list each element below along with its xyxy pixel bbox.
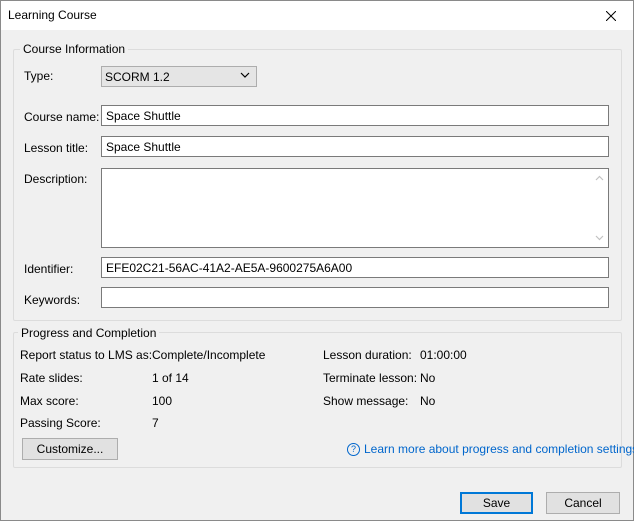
lesson-duration-value: 01:00:00 bbox=[420, 348, 467, 362]
scroll-down-icon[interactable] bbox=[595, 233, 604, 242]
terminate-lesson-label: Terminate lesson: bbox=[323, 371, 418, 385]
learn-more-link[interactable]: ? Learn more about progress and completi… bbox=[347, 442, 634, 456]
type-select[interactable]: SCORM 1.2 bbox=[101, 66, 257, 87]
close-button[interactable] bbox=[589, 1, 633, 30]
keywords-label: Keywords: bbox=[24, 293, 81, 307]
passing-score-value: 7 bbox=[152, 416, 159, 430]
save-button[interactable]: Save bbox=[460, 492, 533, 514]
learning-course-dialog: Learning Course Course Information Type:… bbox=[0, 0, 634, 521]
close-icon bbox=[606, 10, 616, 21]
report-status-value: Complete/Incomplete bbox=[152, 348, 266, 362]
help-icon: ? bbox=[347, 442, 360, 456]
cancel-button[interactable]: Cancel bbox=[546, 492, 620, 514]
max-score-value: 100 bbox=[152, 394, 173, 408]
course-name-label: Course name: bbox=[24, 110, 100, 124]
description-field[interactable] bbox=[101, 168, 609, 248]
type-select-value: SCORM 1.2 bbox=[105, 70, 170, 84]
lesson-title-value: Space Shuttle bbox=[106, 140, 181, 154]
rate-slides-label: Rate slides: bbox=[20, 371, 83, 385]
max-score-label: Max score: bbox=[20, 394, 79, 408]
identifier-label: Identifier: bbox=[24, 262, 74, 276]
keywords-field[interactable] bbox=[101, 287, 609, 308]
terminate-lesson-value: No bbox=[420, 371, 436, 385]
lesson-duration-label: Lesson duration: bbox=[323, 348, 412, 362]
type-label: Type: bbox=[24, 69, 54, 83]
description-label: Description: bbox=[24, 172, 88, 186]
passing-score-label: Passing Score: bbox=[20, 416, 101, 430]
identifier-value: EFE02C21-56AC-41A2-AE5A-9600275A6A00 bbox=[106, 261, 353, 275]
show-message-label: Show message: bbox=[323, 394, 409, 408]
course-information-legend: Course Information bbox=[20, 42, 129, 56]
rate-slides-value: 1 of 14 bbox=[152, 371, 189, 385]
report-status-label: Report status to LMS as: bbox=[20, 348, 153, 362]
lesson-title-label: Lesson title: bbox=[24, 141, 89, 155]
course-name-field[interactable]: Space Shuttle bbox=[101, 105, 609, 126]
identifier-field[interactable]: EFE02C21-56AC-41A2-AE5A-9600275A6A00 bbox=[101, 257, 609, 278]
description-scrollbar[interactable] bbox=[591, 169, 608, 247]
lesson-title-field[interactable]: Space Shuttle bbox=[101, 136, 609, 157]
progress-completion-legend: Progress and Completion bbox=[18, 326, 160, 340]
learn-more-label: Learn more about progress and completion… bbox=[364, 442, 634, 456]
chevron-down-icon bbox=[240, 72, 250, 78]
window-title: Learning Course bbox=[8, 8, 97, 22]
customize-button[interactable]: Customize... bbox=[22, 438, 118, 460]
scroll-up-icon[interactable] bbox=[595, 174, 604, 183]
title-bar: Learning Course bbox=[1, 1, 633, 30]
course-name-value: Space Shuttle bbox=[106, 109, 181, 123]
show-message-value: No bbox=[420, 394, 436, 408]
